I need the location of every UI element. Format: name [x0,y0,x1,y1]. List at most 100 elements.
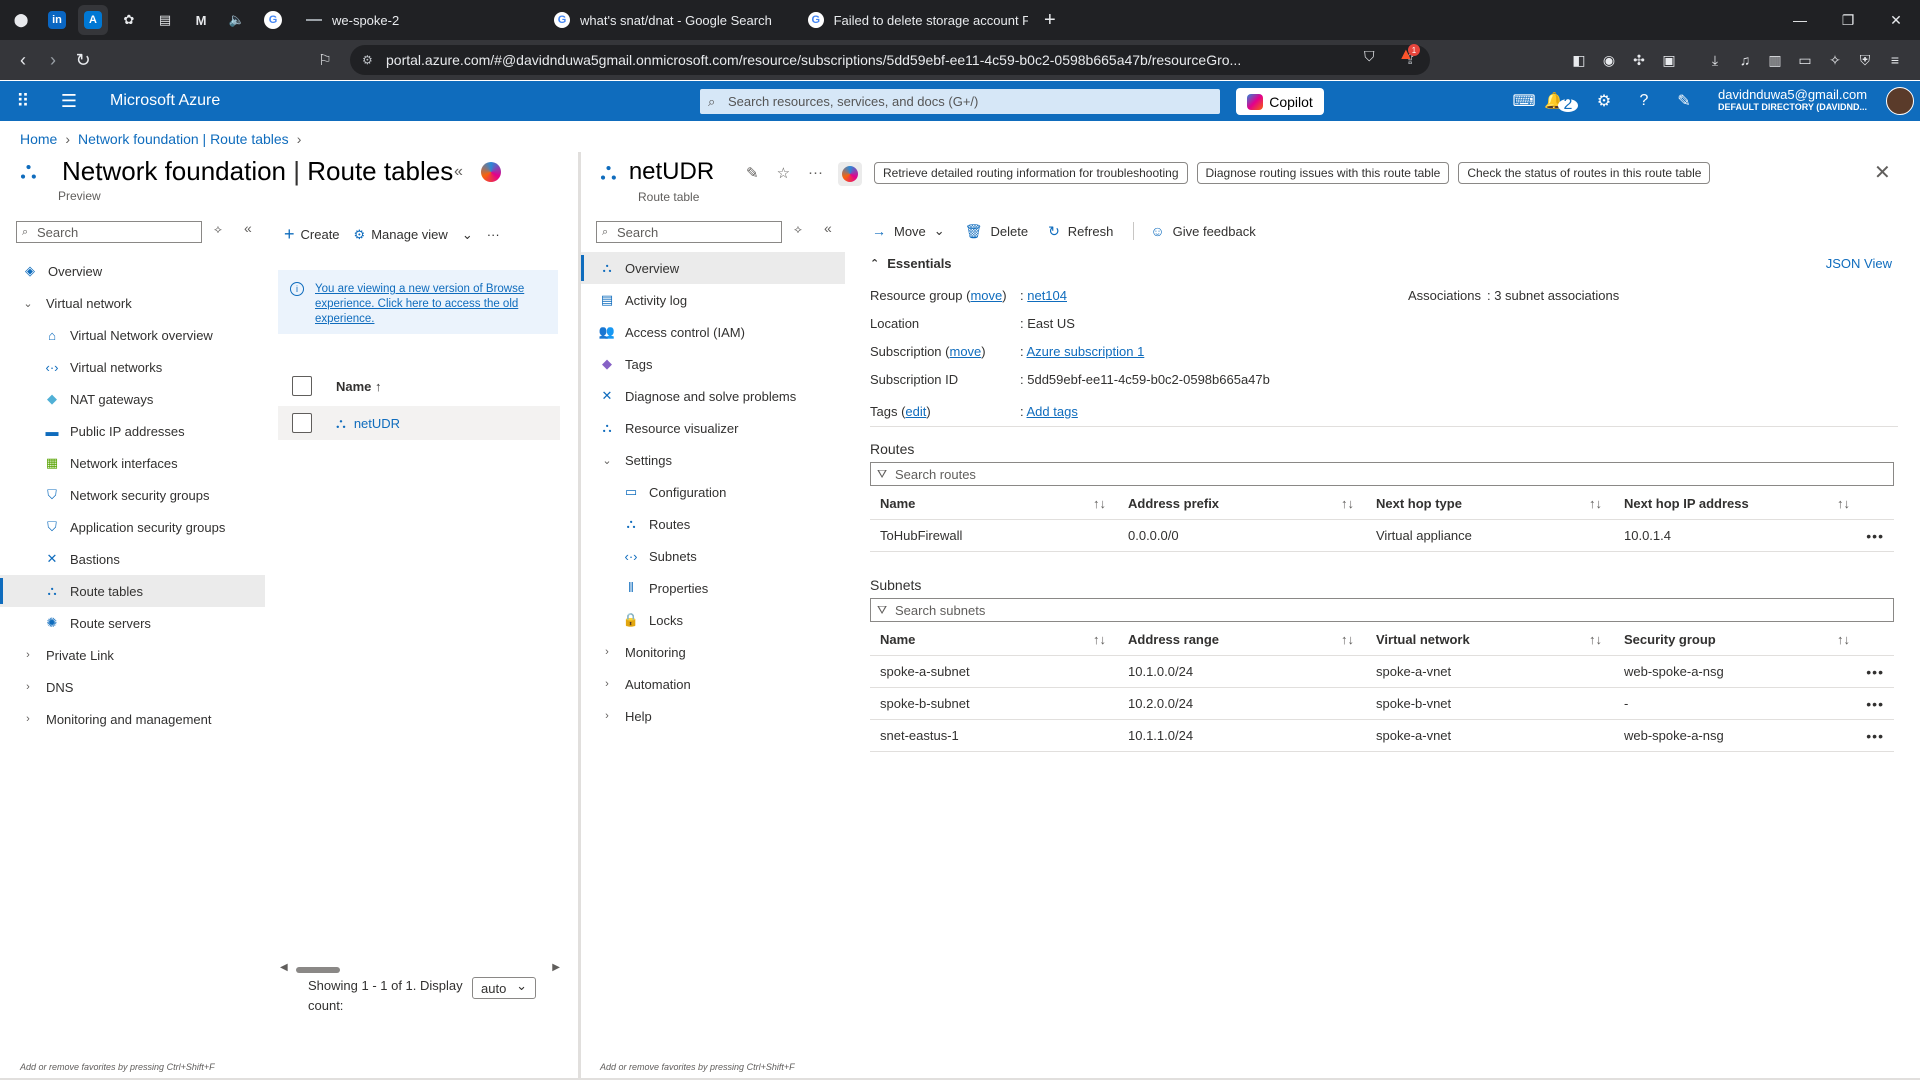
column-header[interactable]: Address range ↑↓ [1118,632,1366,647]
refresh-button[interactable]: ↻ Refresh [1048,223,1113,240]
copilot-suggestions-button[interactable] [838,162,862,186]
nav-virtual-networks[interactable]: ‹·› Virtual networks [0,351,265,383]
search-options-icon[interactable]: ⟡ [214,222,222,237]
chatgpt-pinned-tab[interactable]: ✿ [114,5,144,35]
horizontal-scrollbar[interactable]: ◀ ▶ [280,962,560,975]
close-window-icon[interactable]: ✕ [1872,0,1920,40]
settings-gear-icon[interactable]: ⚙ [1584,81,1624,121]
chevron-down-icon[interactable]: ⌄ [462,227,473,243]
nav-bastions[interactable]: ✕ Bastions [0,543,265,575]
nav-monitoring-management-group[interactable]: › Monitoring and management [0,703,265,735]
sort-icon[interactable]: ↑↓ [1837,632,1850,647]
move-rg-link[interactable]: move [970,288,1002,303]
vpn-icon[interactable]: ⛨ [1851,46,1879,74]
nav-application-security-groups[interactable]: ⛉ Application security groups [0,511,265,543]
browser-tab-2[interactable]: G what's snat/dnat - Google Search [544,4,790,36]
medium-pinned-tab[interactable]: M [186,5,216,35]
row-more-icon[interactable]: ••• [1866,696,1884,712]
edit-tags-link[interactable]: edit [905,404,926,419]
nav-network-interfaces[interactable]: ▦ Network interfaces [0,447,265,479]
row-more-icon[interactable]: ••• [1866,728,1884,744]
move-subscription-link[interactable]: move [950,344,982,359]
left-search-input[interactable]: ⌕ Search [16,221,202,243]
nav-nat-gateways[interactable]: ◆ NAT gateways [0,383,265,415]
table-row[interactable]: snet-eastus-1 10.1.1.0/24 spoke-a-vnet w… [870,720,1894,752]
menu-tags[interactable]: ◆ Tags [581,348,845,380]
github-pinned-tab[interactable]: ⬤ [6,5,36,35]
audio-pinned-tab[interactable]: 🔈 [222,5,252,35]
create-button[interactable]: Create [301,227,340,242]
copilot-icon[interactable] [480,162,501,182]
scroll-left-icon[interactable]: ◀ [280,962,288,973]
nav-dns-group[interactable]: › DNS [0,671,265,703]
nav-network-security-groups[interactable]: ⛉ Network security groups [0,479,265,511]
routes-search-input[interactable]: ⛛ Search routes [870,462,1894,486]
more-options-icon[interactable]: ··· [808,164,823,182]
nav-virtual-network-overview[interactable]: ⌂ Virtual Network overview [0,319,265,351]
table-row[interactable]: spoke-b-subnet 10.2.0.0/24 spoke-b-vnet … [870,688,1894,720]
sort-icon[interactable]: ↑↓ [1341,496,1354,511]
subscription-link[interactable]: Azure subscription 1 [1027,344,1145,359]
route-table-link[interactable]: netUDR [354,416,400,431]
google-pinned-tab[interactable]: G [258,5,288,35]
essentials-toggle[interactable]: ⌃ Essentials [870,256,1892,271]
extension-3-icon[interactable]: ▣ [1655,46,1683,74]
table-row[interactable]: spoke-a-subnet 10.1.0.0/24 spoke-a-vnet … [870,656,1894,688]
collapse-blade-icon[interactable]: « [454,163,463,181]
menu-activity-log[interactable]: ▤ Activity log [581,284,845,316]
menu-access-control[interactable]: 👥 Access control (IAM) [581,316,845,348]
close-icon[interactable]: ✕ [1874,160,1891,185]
breadcrumb-home[interactable]: Home [20,131,57,147]
reload-icon[interactable]: ↻ [68,50,98,71]
download-icon[interactable]: ⤓ [1701,46,1729,74]
resource-group-link[interactable]: net104 [1027,288,1067,303]
manage-view-button[interactable]: Manage view [371,227,448,242]
menu-configuration[interactable]: ▭ Configuration [581,476,845,508]
column-header[interactable]: Name ↑↓ [870,632,1118,647]
brave-shield-icon[interactable]: ⛉ [1364,48,1375,65]
nav-route-tables[interactable]: ⛬ Route tables [0,575,265,607]
restore-icon[interactable]: ❐ [1824,0,1872,40]
resource-menu-search-input[interactable]: ⌕ Search [596,221,782,243]
menu-overview[interactable]: ⛬ Overview [581,252,845,284]
sort-icon[interactable]: ↑↓ [1093,632,1106,647]
breadcrumb-route-tables[interactable]: Network foundation | Route tables [78,131,289,147]
help-icon[interactable]: ? [1624,81,1664,121]
nav-private-link-group[interactable]: › Private Link [0,639,265,671]
avatar[interactable] [1886,87,1914,115]
linkedin-pinned-tab[interactable]: in [42,5,72,35]
copilot-button[interactable]: Copilot [1236,88,1324,115]
sort-icon[interactable]: ↑↓ [1589,496,1602,511]
row-more-icon[interactable]: ••• [1866,664,1884,680]
table-row[interactable]: ToHubFirewall 0.0.0.0/0 Virtual applianc… [870,520,1894,552]
brave-rewards-icon[interactable]: ▲ 1 [1398,44,1420,64]
sort-icon[interactable]: ↑↓ [1341,632,1354,647]
info-banner[interactable]: i You are viewing a new version of Brows… [278,270,558,334]
extension-1-icon[interactable]: ◧ [1565,46,1593,74]
display-count-select[interactable]: auto [472,977,536,999]
column-header[interactable]: Security group ↑↓ [1614,632,1862,647]
azure-brand[interactable]: Microsoft Azure [110,92,220,110]
browser-tab-1[interactable]: we-spoke-2 [296,4,536,36]
feedback-icon[interactable]: ✎ [1664,81,1704,121]
column-header[interactable]: Name ↑↓ [870,496,1118,511]
column-header[interactable]: Virtual network ↑↓ [1366,632,1614,647]
sort-icon[interactable]: ↑↓ [1589,632,1602,647]
extension-2-icon[interactable]: ◉ [1595,46,1623,74]
star-icon[interactable]: ☆ [777,164,790,182]
minimize-icon[interactable]: — [1776,0,1824,40]
nav-virtual-network-group[interactable]: ⌄ Virtual network [0,287,265,319]
menu-automation-group[interactable]: › Automation [581,668,845,700]
menu-settings-group[interactable]: ⌄ Settings [581,444,845,476]
column-header[interactable]: Next hop type ↑↓ [1366,496,1614,511]
cloud-shell-icon[interactable]: ⌨ [1504,81,1544,121]
collapse-menu-icon[interactable]: « [824,220,832,236]
leo-ai-icon[interactable]: ✧ [1821,46,1849,74]
menu-locks[interactable]: 🔒 Locks [581,604,845,636]
azure-pinned-tab[interactable]: A [78,5,108,35]
menu-routes[interactable]: ⛬ Routes [581,508,845,540]
portal-menu-icon[interactable]: ☰ [46,91,92,112]
add-tags-link[interactable]: Add tags [1027,404,1078,419]
new-tab-icon[interactable]: + [1044,9,1056,32]
browser-tab-3[interactable]: G Failed to delete storage account Faile [798,4,1038,36]
